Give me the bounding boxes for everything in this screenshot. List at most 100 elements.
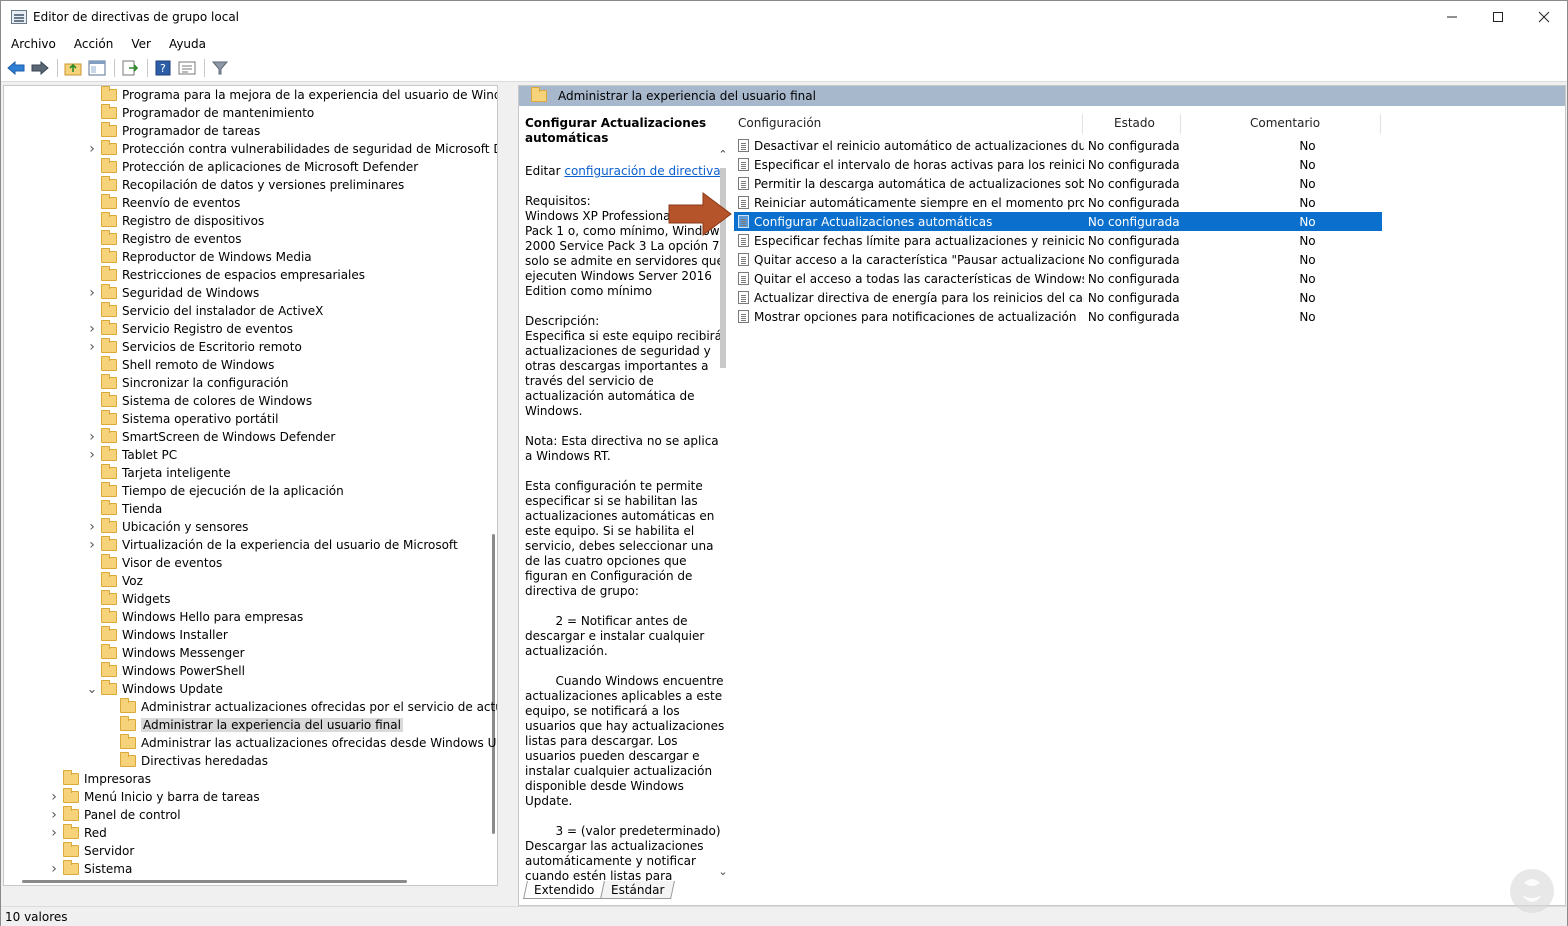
- tree-item[interactable]: Programa para la mejora de la experienci…: [86, 86, 497, 104]
- tree-item[interactable]: Windows Hello para empresas: [86, 608, 303, 626]
- tree-item[interactable]: Impresoras: [48, 770, 151, 788]
- tree-item[interactable]: › Seguridad de Windows: [86, 284, 259, 302]
- policy-row[interactable]: Especificar fechas límite para actualiza…: [734, 231, 1382, 250]
- tree-item[interactable]: Visor de eventos: [86, 554, 222, 572]
- tree-item[interactable]: Registro de dispositivos: [86, 212, 264, 230]
- tree-item[interactable]: Restricciones de espacios empresariales: [86, 266, 365, 284]
- expand-chevron-icon[interactable]: ›: [48, 860, 60, 878]
- tree-item[interactable]: Reproductor de Windows Media: [86, 248, 312, 266]
- menu-accion[interactable]: Acción: [64, 37, 121, 51]
- expand-chevron-icon[interactable]: ›: [86, 338, 98, 356]
- expand-chevron-icon[interactable]: ›: [86, 536, 98, 554]
- tree-item[interactable]: Recopilación de datos y versiones prelim…: [86, 176, 404, 194]
- tree-item[interactable]: Voz: [86, 572, 143, 590]
- tree-item[interactable]: › Ubicación y sensores: [86, 518, 248, 536]
- policy-row[interactable]: Quitar el acceso a todas las característ…: [734, 269, 1382, 288]
- menu-archivo[interactable]: Archivo: [1, 37, 64, 51]
- tree-item[interactable]: Programador de tareas: [86, 122, 260, 140]
- tree-item[interactable]: › Tablet PC: [86, 446, 177, 464]
- tree-item[interactable]: › Sistema: [48, 860, 132, 878]
- policy-comment: No: [1299, 271, 1316, 286]
- column-header-state[interactable]: Estado: [1114, 116, 1155, 132]
- tree-item[interactable]: Windows Messenger: [86, 644, 245, 662]
- properties-button[interactable]: [176, 57, 198, 79]
- scroll-up-icon[interactable]: ⌃: [715, 148, 731, 161]
- tree-vertical-scrollbar[interactable]: [489, 86, 497, 885]
- tree-item[interactable]: Registro de eventos: [86, 230, 242, 248]
- tree-item[interactable]: Protección de aplicaciones de Microsoft …: [86, 158, 418, 176]
- minimize-button[interactable]: [1429, 1, 1475, 33]
- tree-item[interactable]: Administrar actualizaciones ofrecidas po…: [105, 698, 497, 716]
- policy-row[interactable]: Quitar acceso a la característica "Pausa…: [734, 250, 1382, 269]
- tree-item[interactable]: Windows PowerShell: [86, 662, 245, 680]
- tree-item[interactable]: › Servicios de Escritorio remoto: [86, 338, 302, 356]
- policy-row[interactable]: Especificar el intervalo de horas activa…: [734, 155, 1382, 174]
- filter-button[interactable]: [209, 57, 231, 79]
- tab-extendido[interactable]: Extendido: [523, 881, 606, 899]
- tree-item[interactable]: Windows Installer: [86, 626, 228, 644]
- tree-item[interactable]: Sistema de colores de Windows: [86, 392, 312, 410]
- maximize-button[interactable]: [1475, 1, 1521, 33]
- expand-chevron-icon[interactable]: ›: [86, 428, 98, 446]
- tree-item[interactable]: Sincronizar la configuración: [86, 374, 289, 392]
- expand-chevron-icon[interactable]: ›: [48, 806, 60, 824]
- collapse-chevron-icon[interactable]: ⌄: [86, 680, 98, 698]
- policy-row[interactable]: Reiniciar automáticamente siempre en el …: [734, 193, 1382, 212]
- policy-setting-icon: [738, 291, 749, 304]
- description-scrollbar[interactable]: ⌃ ⌄: [715, 148, 731, 878]
- tree-item[interactable]: Administrar las actualizaciones ofrecida…: [105, 734, 498, 752]
- tree-item[interactable]: › Panel de control: [48, 806, 181, 824]
- tree-item[interactable]: › Menú Inicio y barra de tareas: [48, 788, 260, 806]
- column-header-comment[interactable]: Comentario: [1250, 116, 1320, 132]
- tree-item[interactable]: Servicio del instalador de ActiveX: [86, 302, 323, 320]
- tree-item[interactable]: ⌄ Windows Update: [86, 680, 223, 698]
- tree-item[interactable]: › Virtualización de la experiencia del us…: [86, 536, 458, 554]
- menu-ayuda[interactable]: Ayuda: [159, 37, 214, 51]
- expand-chevron-icon[interactable]: ›: [48, 788, 60, 806]
- tree-item[interactable]: Tiempo de ejecución de la aplicación: [86, 482, 344, 500]
- tree-item-label: Administrar las actualizaciones ofrecida…: [141, 736, 498, 750]
- tree-item[interactable]: Directivas heredadas: [105, 752, 268, 770]
- policy-row[interactable]: Permitir la descarga automática de actua…: [734, 174, 1382, 193]
- expand-chevron-icon[interactable]: ›: [86, 140, 98, 158]
- help-button[interactable]: ?: [152, 57, 174, 79]
- expand-chevron-icon[interactable]: ›: [86, 518, 98, 536]
- tree-item[interactable]: › Red: [48, 824, 107, 842]
- tree-scroll-thumb[interactable]: [492, 534, 495, 834]
- column-separator: [1380, 114, 1381, 134]
- back-button[interactable]: [5, 57, 27, 79]
- tree-item[interactable]: Programador de mantenimiento: [86, 104, 314, 122]
- tree-item[interactable]: Tarjeta inteligente: [86, 464, 231, 482]
- tree-item[interactable]: Shell remoto de Windows: [86, 356, 274, 374]
- export-list-button[interactable]: [119, 57, 141, 79]
- policy-row[interactable]: Configurar Actualizaciones automáticas No…: [734, 212, 1382, 231]
- tree-item[interactable]: Reenvío de eventos: [86, 194, 240, 212]
- expand-chevron-icon[interactable]: ›: [86, 446, 98, 464]
- expand-chevron-icon[interactable]: ›: [86, 284, 98, 302]
- tree-item-label: Sistema operativo portátil: [122, 412, 279, 426]
- tree-item[interactable]: Servidor: [48, 842, 134, 860]
- tree-item[interactable]: Tienda: [86, 500, 162, 518]
- forward-button[interactable]: [29, 57, 51, 79]
- tree-item[interactable]: › Servicio Registro de eventos: [86, 320, 293, 338]
- up-folder-button[interactable]: [62, 57, 84, 79]
- policy-row[interactable]: Mostrar opciones para notificaciones de …: [734, 307, 1382, 326]
- show-hide-tree-button[interactable]: [86, 57, 108, 79]
- expand-chevron-icon[interactable]: ›: [86, 320, 98, 338]
- scroll-down-icon[interactable]: ⌄: [715, 865, 731, 878]
- expand-chevron-icon[interactable]: ›: [48, 824, 60, 842]
- menu-ver[interactable]: Ver: [121, 37, 159, 51]
- policy-row[interactable]: Desactivar el reinicio automático de act…: [734, 136, 1382, 155]
- tree-item[interactable]: Widgets: [86, 590, 171, 608]
- tree-horizontal-scroll-thumb[interactable]: [22, 880, 407, 883]
- tree-item[interactable]: › SmartScreen de Windows Defender: [86, 428, 335, 446]
- tab-estandar[interactable]: Estándar: [600, 881, 676, 899]
- close-button[interactable]: [1521, 1, 1567, 33]
- edit-policy-link[interactable]: configuración de directiva: [564, 164, 720, 178]
- column-header-configuration[interactable]: Configuración: [738, 116, 821, 132]
- tree-item[interactable]: Administrar la experiencia del usuario f…: [105, 716, 403, 734]
- policy-row[interactable]: Actualizar directiva de energía para los…: [734, 288, 1382, 307]
- tree-item[interactable]: Sistema operativo portátil: [86, 410, 278, 428]
- console-tree[interactable]: Programa para la mejora de la experienci…: [3, 85, 498, 886]
- tree-item[interactable]: › Protección contra vulnerabilidades de s…: [86, 140, 497, 158]
